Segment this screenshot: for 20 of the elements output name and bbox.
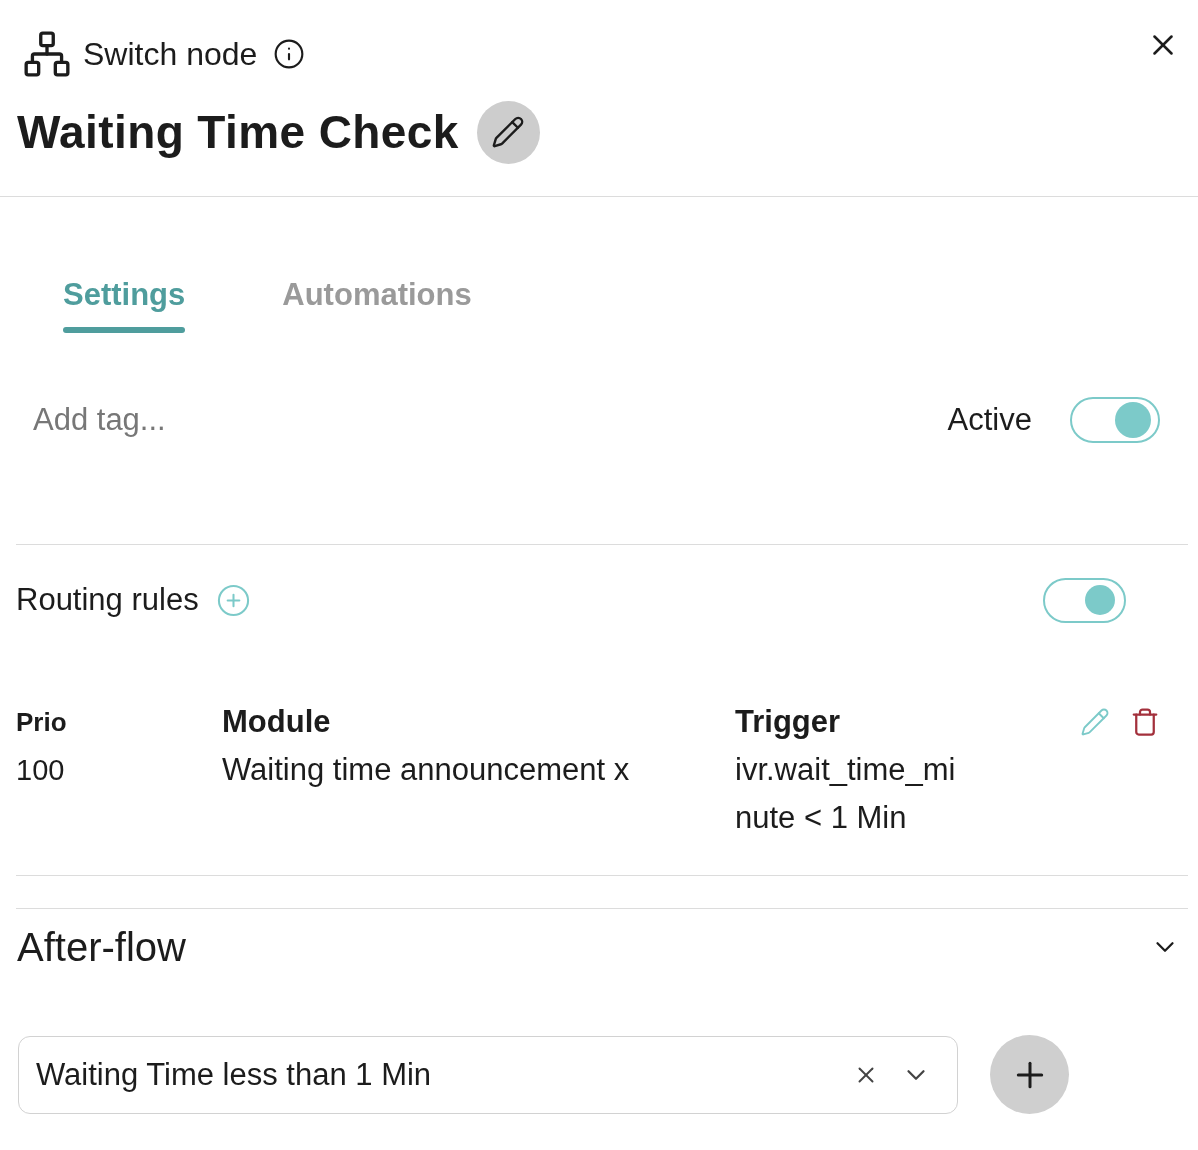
tab[interactable]: Automations bbox=[282, 277, 472, 333]
column-header: Prio bbox=[16, 706, 67, 739]
pencil-icon bbox=[491, 115, 526, 149]
info-icon[interactable] bbox=[273, 38, 306, 70]
tag-input-field[interactable]: Add tag... bbox=[33, 398, 453, 442]
column-header: Trigger bbox=[735, 703, 841, 741]
node-title: Waiting Time Check bbox=[17, 105, 459, 159]
node-type-label: Switch node bbox=[83, 36, 258, 72]
after-flow-select[interactable]: Waiting Time less than 1 Min bbox=[18, 1035, 958, 1114]
active-label: Active bbox=[947, 402, 1032, 438]
after-flow-heading: After-flow bbox=[17, 924, 186, 971]
routing-rules-toggle[interactable] bbox=[1043, 577, 1126, 623]
table-cell-text: Waiting time announcement x bbox=[222, 751, 630, 789]
table-cell-text: ivr.wait_time_minute < 1 Min bbox=[735, 751, 957, 837]
column-header: Module bbox=[222, 703, 331, 741]
table-cell-text: 100 bbox=[16, 753, 65, 788]
tab[interactable]: Settings bbox=[63, 277, 186, 333]
delete-icon[interactable] bbox=[1130, 707, 1160, 737]
active-toggle[interactable] bbox=[1070, 397, 1160, 443]
routing-rules-label: Routing rules bbox=[16, 582, 199, 618]
